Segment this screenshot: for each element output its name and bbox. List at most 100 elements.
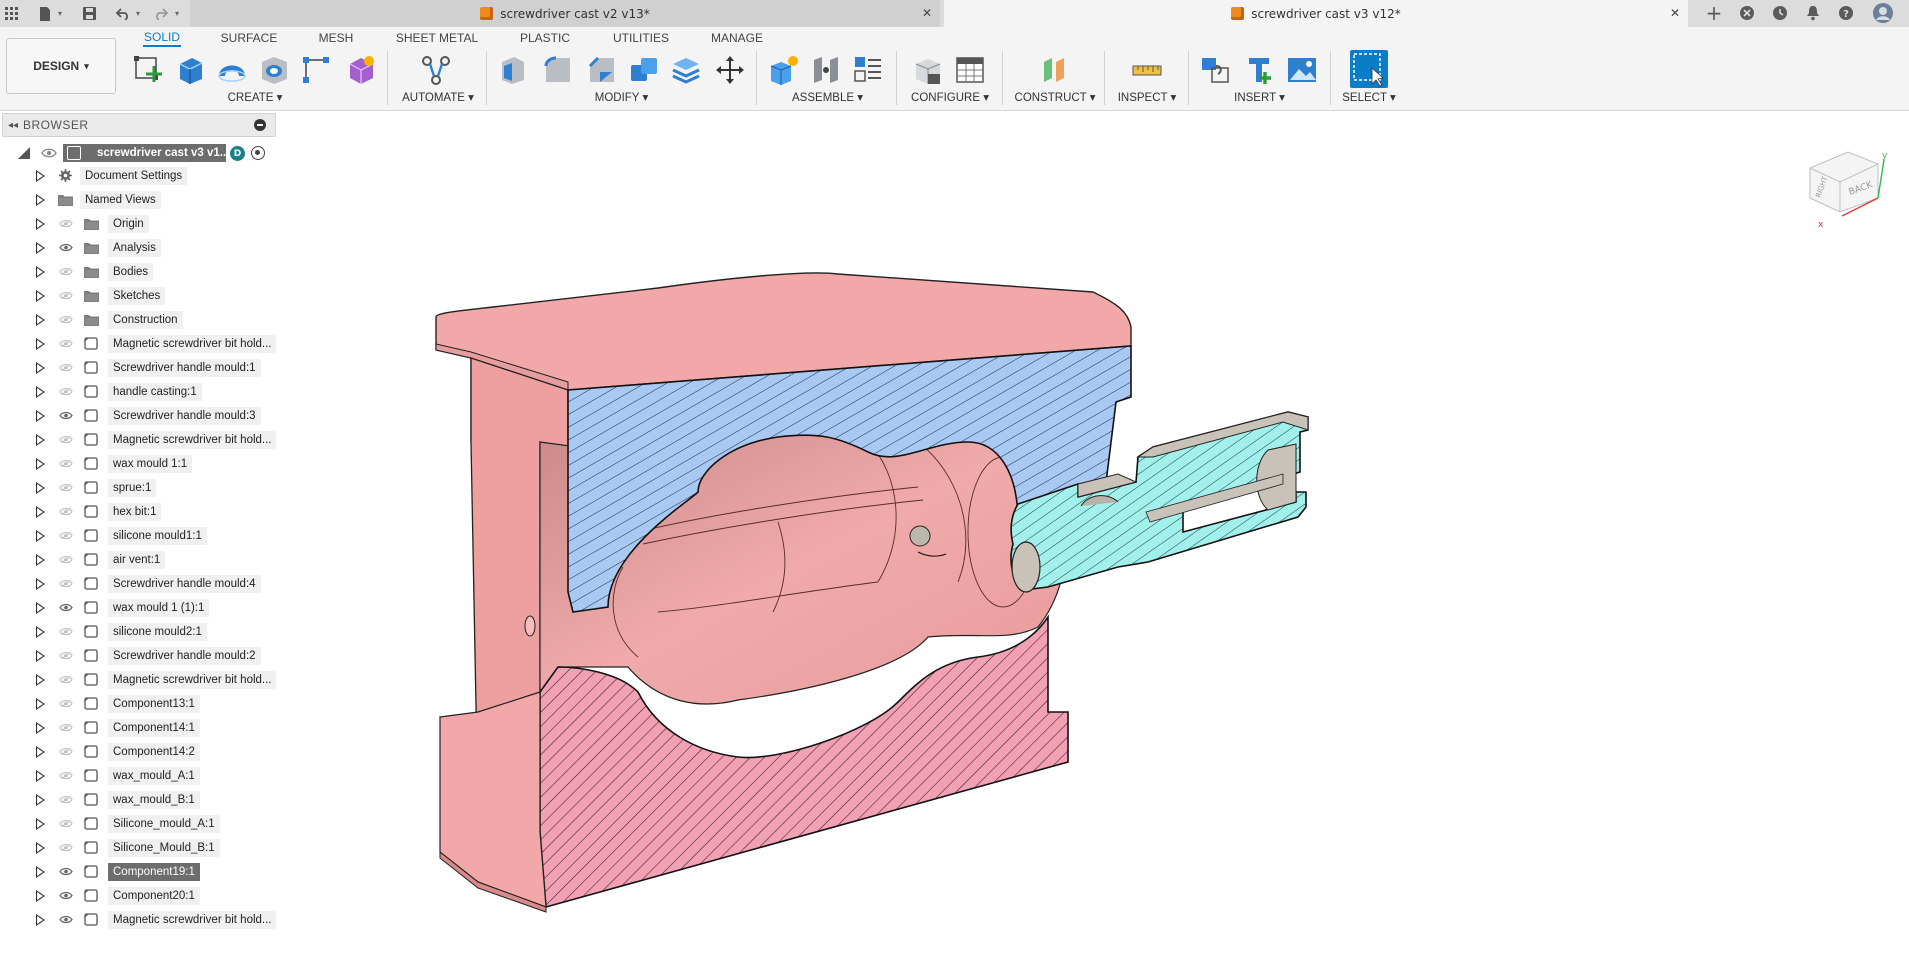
collapse-triangle-icon[interactable] xyxy=(18,147,30,159)
expand-triangle-icon[interactable] xyxy=(36,458,45,470)
browser-tree-item[interactable]: Analysis xyxy=(0,237,278,259)
hidden-eye-icon[interactable] xyxy=(59,459,73,468)
browser-item-label[interactable]: silicone mould1:1 xyxy=(108,527,207,545)
browser-tree-item[interactable]: Sketches xyxy=(0,285,278,307)
workspace-switcher-button[interactable]: DESIGN ▾ xyxy=(6,38,116,94)
expand-triangle-icon[interactable] xyxy=(36,290,45,302)
browser-item-label[interactable]: Silicone_Mould_B:1 xyxy=(108,839,220,857)
browser-tree-item[interactable]: silicone mould1:1 xyxy=(0,525,278,547)
tab-utilities[interactable]: UTILITIES xyxy=(611,29,671,47)
expand-triangle-icon[interactable] xyxy=(36,314,45,326)
expand-triangle-icon[interactable] xyxy=(36,626,45,638)
hidden-eye-icon[interactable] xyxy=(59,531,73,540)
document-tab-active[interactable]: screwdriver cast v3 v12* ✕ xyxy=(944,0,1688,27)
browser-tree-item[interactable]: wax_mould_A:1 xyxy=(0,765,278,787)
browser-root-row[interactable]: screwdriver cast v3 v1... D xyxy=(0,142,278,164)
hidden-eye-icon[interactable] xyxy=(59,387,73,396)
browser-item-label[interactable]: Magnetic screwdriver bit hold... xyxy=(108,671,276,689)
joint-icon[interactable] xyxy=(810,54,842,86)
tab-manage[interactable]: MANAGE xyxy=(709,29,765,47)
select-group-label[interactable]: SELECT ▾ xyxy=(1334,90,1404,104)
hole-icon[interactable] xyxy=(258,54,290,86)
job-status-icon[interactable] xyxy=(1767,1,1793,25)
visibility-eye-icon[interactable] xyxy=(41,147,57,159)
browser-tree-item[interactable]: Screwdriver handle mould:4 xyxy=(0,573,278,595)
insert-group-label[interactable]: INSERT ▾ xyxy=(1222,90,1297,104)
browser-tree-item[interactable]: wax mould 1 (1):1 xyxy=(0,597,278,619)
browser-tree-item[interactable]: Screwdriver handle mould:3 xyxy=(0,405,278,427)
select-tool-button[interactable] xyxy=(1350,50,1388,88)
browser-item-label[interactable]: Named Views xyxy=(80,191,161,209)
expand-triangle-icon[interactable] xyxy=(36,266,45,278)
browser-tree-item[interactable]: Magnetic screwdriver bit hold... xyxy=(0,669,278,691)
browser-tree-item[interactable]: Component13:1 xyxy=(0,693,278,715)
tab-plastic[interactable]: PLASTIC xyxy=(517,29,573,47)
activate-radio-icon[interactable] xyxy=(251,146,265,160)
insert-derive-icon[interactable] xyxy=(1200,54,1232,86)
assemble-group-label[interactable]: ASSEMBLE ▾ xyxy=(785,90,870,104)
view-cube[interactable]: RIGHT BACK x y xyxy=(1800,140,1890,230)
expand-triangle-icon[interactable] xyxy=(36,578,45,590)
hidden-eye-icon[interactable] xyxy=(59,339,73,348)
browser-item-label[interactable]: Document Settings xyxy=(80,167,188,185)
expand-triangle-icon[interactable] xyxy=(36,410,45,422)
browser-item-label[interactable]: air vent:1 xyxy=(108,551,166,569)
automate-icon[interactable] xyxy=(420,54,452,86)
expand-triangle-icon[interactable] xyxy=(36,698,45,710)
browser-item-label[interactable]: Component19:1 xyxy=(108,863,200,881)
create-group-label[interactable]: CREATE ▾ xyxy=(220,90,290,104)
browser-item-label[interactable]: Bodies xyxy=(108,263,154,281)
expand-triangle-icon[interactable] xyxy=(36,554,45,566)
hidden-eye-icon[interactable] xyxy=(59,219,73,228)
browser-tree-item[interactable]: air vent:1 xyxy=(0,549,278,571)
hidden-eye-icon[interactable] xyxy=(59,507,73,516)
insert-mcmaster-icon[interactable] xyxy=(1243,54,1275,86)
expand-triangle-icon[interactable] xyxy=(36,242,45,254)
browser-tree-item[interactable]: sprue:1 xyxy=(0,477,278,499)
file-menu-caret-icon[interactable]: ▾ xyxy=(56,0,64,27)
browser-item-label[interactable]: Origin xyxy=(108,215,149,233)
collapse-panel-icon[interactable]: ◂◂ xyxy=(3,120,23,131)
expand-triangle-icon[interactable] xyxy=(36,890,45,902)
file-icon[interactable] xyxy=(34,0,56,27)
move-copy-icon[interactable] xyxy=(714,54,746,86)
close-tab-icon[interactable]: ✕ xyxy=(1668,6,1682,20)
help-icon[interactable]: ? xyxy=(1833,1,1859,25)
expand-triangle-icon[interactable] xyxy=(36,218,45,230)
hidden-eye-icon[interactable] xyxy=(59,363,73,372)
expand-triangle-icon[interactable] xyxy=(36,914,45,926)
browser-tree-item[interactable]: Component14:1 xyxy=(0,717,278,739)
hidden-eye-icon[interactable] xyxy=(59,843,73,852)
configuration-table-icon[interactable] xyxy=(954,54,986,86)
hidden-eye-icon[interactable] xyxy=(59,315,73,324)
modify-group-label[interactable]: MODIFY ▾ xyxy=(584,90,659,104)
apps-grid-icon[interactable] xyxy=(0,0,22,27)
tab-solid[interactable]: SOLID xyxy=(143,29,181,47)
measure-icon[interactable] xyxy=(1131,54,1163,86)
visibility-eye-icon[interactable] xyxy=(59,915,73,924)
browser-item-label[interactable]: wax_mould_A:1 xyxy=(108,767,200,785)
browser-item-label[interactable]: Sketches xyxy=(108,287,166,305)
browser-tree-item[interactable]: Screwdriver handle mould:1 xyxy=(0,357,278,379)
user-avatar-icon[interactable] xyxy=(1870,1,1896,25)
browser-tree-item[interactable]: Origin xyxy=(0,213,278,235)
browser-tree-item[interactable]: silicone mould2:1 xyxy=(0,621,278,643)
hidden-eye-icon[interactable] xyxy=(59,795,73,804)
browser-tree-item[interactable]: wax mould 1:1 xyxy=(0,453,278,475)
expand-triangle-icon[interactable] xyxy=(36,170,45,182)
hidden-eye-icon[interactable] xyxy=(59,291,73,300)
viewport-canvas[interactable]: RIGHT BACK x y xyxy=(278,112,1909,969)
tab-sheet-metal[interactable]: SHEET METAL xyxy=(395,29,479,47)
expand-triangle-icon[interactable] xyxy=(36,482,45,494)
browser-tree-item[interactable]: wax_mould_B:1 xyxy=(0,789,278,811)
extrude-icon[interactable] xyxy=(174,54,206,86)
inspect-group-label[interactable]: INSPECT ▾ xyxy=(1112,90,1182,104)
browser-tree-item[interactable]: Named Views xyxy=(0,189,278,211)
browser-tree-item[interactable]: Construction xyxy=(0,309,278,331)
create-form-icon[interactable] xyxy=(345,54,377,86)
section-view-model[interactable] xyxy=(278,112,1909,969)
new-component-icon[interactable] xyxy=(768,54,800,86)
hidden-eye-icon[interactable] xyxy=(59,747,73,756)
expand-triangle-icon[interactable] xyxy=(36,194,45,206)
expand-triangle-icon[interactable] xyxy=(36,338,45,350)
